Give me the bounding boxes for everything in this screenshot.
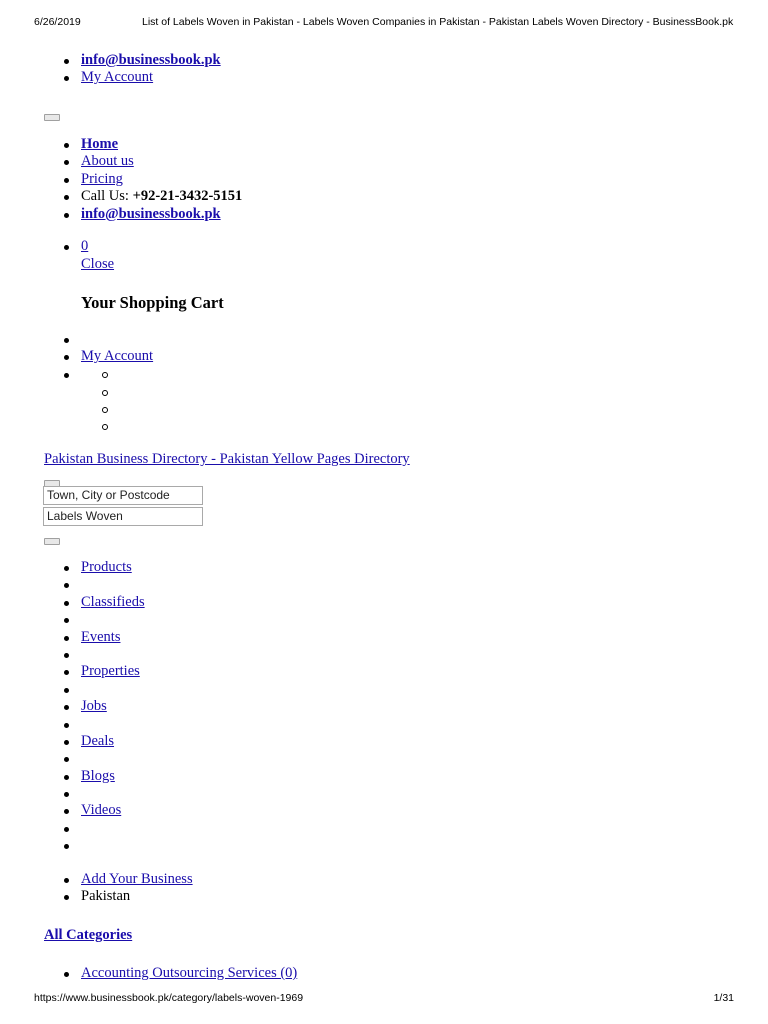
nav-about-link[interactable]: About us bbox=[81, 153, 134, 169]
submenu-empty-item bbox=[62, 418, 153, 435]
account-menu: My Account bbox=[62, 331, 153, 436]
menu-toggle-button[interactable] bbox=[44, 114, 60, 121]
section-nav-item: Products bbox=[62, 559, 145, 576]
nav-item-pricing: Pricing bbox=[62, 171, 242, 188]
call-label: Call Us: bbox=[81, 188, 133, 205]
keyword-input[interactable]: Labels Woven bbox=[43, 507, 203, 526]
cart-title: Your Shopping Cart bbox=[81, 293, 224, 312]
nav-item-home: Home bbox=[62, 136, 242, 153]
add-business-item: Add Your Business bbox=[62, 871, 193, 888]
country-item: Pakistan bbox=[62, 888, 193, 905]
nav-home-link[interactable]: Home bbox=[81, 136, 118, 152]
category-item: Accounting Outsourcing Services (0) bbox=[62, 965, 297, 982]
top-account-item: My Account bbox=[62, 69, 221, 86]
section-nav-item: Events bbox=[62, 629, 145, 646]
section-link-products[interactable]: Products bbox=[81, 559, 132, 575]
top-email-item: info@businessbook.pk bbox=[62, 52, 221, 69]
print-page-number: 1/31 bbox=[713, 992, 734, 1004]
category-link[interactable]: Accounting Outsourcing Services (0) bbox=[81, 965, 297, 981]
section-link-jobs[interactable]: Jobs bbox=[81, 698, 107, 714]
nav-item-email: info@businessbook.pk bbox=[62, 206, 242, 223]
section-nav-item: Deals bbox=[62, 733, 145, 750]
top-links: info@businessbook.pk My Account bbox=[62, 52, 221, 87]
section-nav-empty-item bbox=[62, 611, 145, 628]
submenu-empty-item bbox=[62, 384, 153, 401]
main-nav: Home About us Pricing Call Us: +92-21-34… bbox=[62, 136, 242, 223]
country-label: Pakistan bbox=[81, 888, 131, 905]
submenu-empty-item bbox=[62, 366, 153, 383]
cart-count-item: 0 bbox=[62, 238, 88, 255]
section-link-blogs[interactable]: Blogs bbox=[81, 768, 115, 784]
cart-count-link[interactable]: 0 bbox=[81, 238, 88, 254]
section-link-videos[interactable]: Videos bbox=[81, 802, 121, 818]
section-nav-item: Properties bbox=[62, 663, 145, 680]
section-nav-empty-item bbox=[62, 576, 145, 593]
nav-item-about: About us bbox=[62, 153, 242, 170]
section-link-events[interactable]: Events bbox=[81, 629, 120, 645]
account-item: My Account bbox=[62, 348, 153, 365]
section-nav-empty-item bbox=[62, 716, 145, 733]
section-nav-empty-item bbox=[62, 646, 145, 663]
print-title: List of Labels Woven in Pakistan - Label… bbox=[142, 16, 734, 28]
cart-block: 0 bbox=[62, 238, 88, 255]
section-nav-empty-item bbox=[62, 837, 145, 854]
nav-pricing-link[interactable]: Pricing bbox=[81, 171, 123, 187]
section-link-classifieds[interactable]: Classifieds bbox=[81, 594, 145, 610]
section-nav: Products Classifieds Events Properties Jobs D… bbox=[62, 559, 145, 855]
section-nav-item: Jobs bbox=[62, 698, 145, 715]
section-nav-empty-item bbox=[62, 820, 145, 837]
location-input[interactable]: Town, City or Postcode bbox=[43, 486, 203, 505]
all-categories-link[interactable]: All Categories bbox=[44, 927, 132, 944]
nav-item-call: Call Us: +92-21-3432-5151 bbox=[62, 188, 242, 205]
section-link-deals[interactable]: Deals bbox=[81, 733, 114, 749]
cart-close-link[interactable]: Close bbox=[81, 256, 114, 273]
section-nav-empty-item bbox=[62, 750, 145, 767]
section-link-properties[interactable]: Properties bbox=[81, 663, 140, 679]
business-menu: Add Your Business Pakistan bbox=[62, 871, 193, 906]
call-number: +92-21-3432-5151 bbox=[132, 188, 243, 205]
directory-link[interactable]: Pakistan Business Directory - Pakistan Y… bbox=[44, 451, 410, 468]
section-nav-item: Blogs bbox=[62, 768, 145, 785]
section-nav-item: Videos bbox=[62, 802, 145, 819]
top-email-link[interactable]: info@businessbook.pk bbox=[81, 52, 221, 68]
search-submit-button[interactable] bbox=[44, 538, 60, 545]
account-empty-item bbox=[62, 331, 153, 348]
print-url: https://www.businessbook.pk/category/lab… bbox=[34, 992, 304, 1004]
add-business-link[interactable]: Add Your Business bbox=[81, 871, 193, 887]
section-nav-empty-item bbox=[62, 681, 145, 698]
top-account-link[interactable]: My Account bbox=[81, 69, 153, 85]
nav-email-link[interactable]: info@businessbook.pk bbox=[81, 206, 221, 222]
section-nav-empty-item bbox=[62, 785, 145, 802]
account-link[interactable]: My Account bbox=[81, 348, 153, 364]
print-date: 6/26/2019 bbox=[34, 16, 81, 28]
categories-list: Accounting Outsourcing Services (0) bbox=[62, 965, 297, 982]
submenu-empty-item bbox=[62, 401, 153, 418]
section-nav-item: Classifieds bbox=[62, 594, 145, 611]
